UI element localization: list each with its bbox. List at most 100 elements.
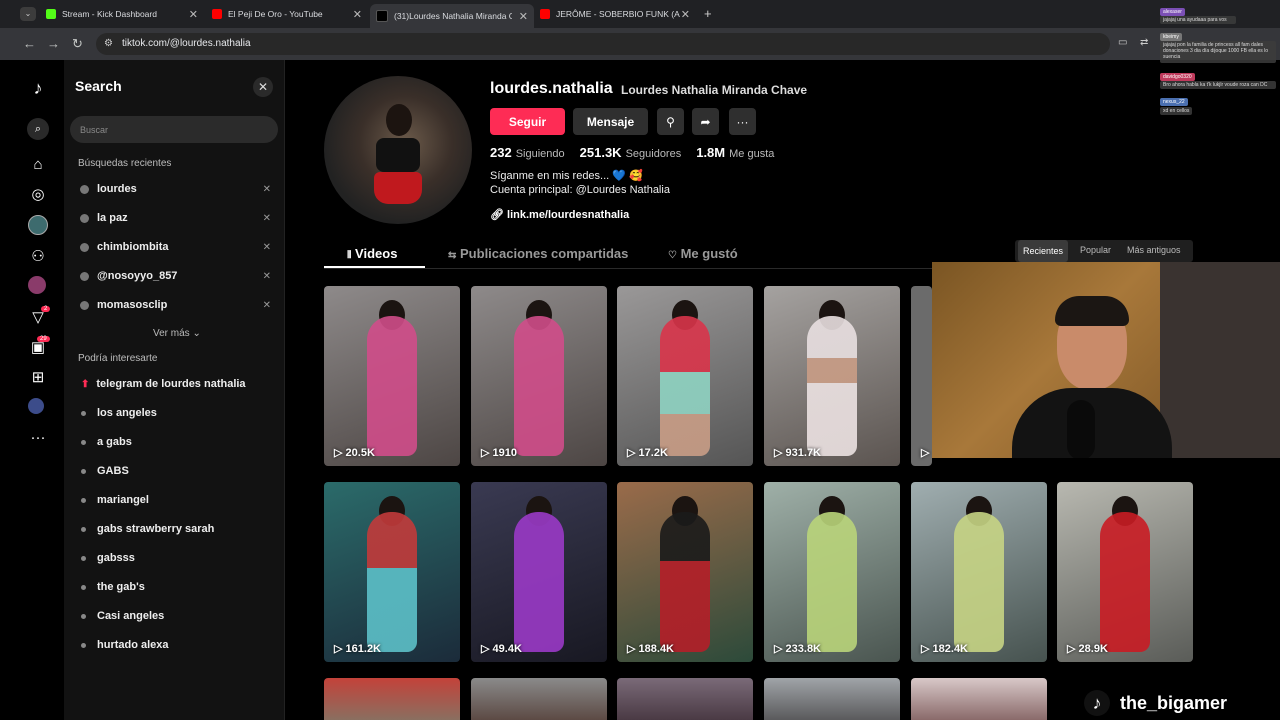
suggestion-item[interactable]: Casi angeles	[81, 608, 164, 624]
browser-tab[interactable]: El Peji De Oro - YouTube ✕	[212, 4, 362, 24]
remove-icon[interactable]: ✕	[263, 213, 271, 224]
tab-liked[interactable]: ♡ Me gustó	[668, 246, 738, 261]
suggestion-item[interactable]: GABS	[81, 463, 129, 479]
video-thumbnail[interactable]: ▷ 188.4K	[617, 482, 753, 662]
profile-avatar-icon[interactable]	[28, 398, 44, 414]
play-icon: ▷	[481, 643, 490, 655]
browser-tab[interactable]: Stream - Kick Dashboard ✕	[46, 4, 198, 24]
profile-link[interactable]: 🔗︎ link.me/lourdesnathalia	[490, 208, 629, 221]
following-count: 232	[490, 145, 512, 160]
sort-popular[interactable]: Popular	[1080, 245, 1111, 255]
repost-icon: ⇆	[448, 250, 457, 261]
video-thumbnail[interactable]: ▷ 1910	[471, 286, 607, 466]
bullet-icon	[81, 468, 86, 474]
friends-icon[interactable]: ⚇	[28, 246, 48, 266]
video-thumbnail[interactable]: ▷ 28.9K	[1057, 482, 1193, 662]
browser-tab-active[interactable]: (31)Lourdes Nathalia Miranda C ✕	[370, 4, 534, 28]
avatar-figure-top	[376, 138, 420, 172]
video-thumbnail[interactable]: ▷ 233.8K	[764, 482, 900, 662]
bullet-icon	[81, 439, 86, 445]
video-thumbnail[interactable]: ▷	[911, 286, 932, 466]
suggestion-item[interactable]: gabs strawberry sarah	[81, 521, 214, 537]
video-thumbnail[interactable]: ▷ 182.4K	[911, 482, 1047, 662]
suggestion-item[interactable]: mariangel	[81, 492, 149, 508]
remove-icon[interactable]: ✕	[263, 300, 271, 311]
recent-search-item[interactable]: lourdes ✕	[80, 181, 275, 197]
suggestion-item[interactable]: the gab's	[81, 579, 145, 595]
search-icon[interactable]: ⌕	[27, 118, 49, 140]
remove-icon[interactable]: ✕	[263, 242, 271, 253]
suggestion-item[interactable]: los angeles	[81, 405, 157, 421]
close-tab-icon[interactable]: ✕	[681, 8, 690, 21]
recent-search-item[interactable]: la paz ✕	[80, 210, 275, 226]
message-button[interactable]: Mensaje	[573, 108, 648, 135]
home-icon[interactable]: ⌂	[28, 154, 48, 174]
forward-icon[interactable]: →	[47, 36, 60, 51]
share-button[interactable]: ➦	[692, 108, 719, 135]
suggestion-label: a gabs	[97, 436, 132, 448]
suggestion-item[interactable]: a gabs	[81, 434, 132, 450]
remove-icon[interactable]: ✕	[263, 184, 271, 195]
upload-icon[interactable]: ⊞	[28, 367, 48, 387]
clock-icon	[80, 213, 89, 223]
video-thumbnail[interactable]	[471, 678, 607, 720]
explore-icon[interactable]: ◎	[28, 184, 48, 204]
search-input[interactable]	[70, 116, 278, 143]
close-search-button[interactable]: ✕	[253, 77, 273, 97]
video-thumbnail[interactable]	[911, 678, 1047, 720]
suggestion-item[interactable]: hurtado alexa	[81, 637, 169, 653]
cast-icon[interactable]: ▭	[1118, 37, 1127, 48]
video-thumbnail[interactable]: ▷ 49.4K	[471, 482, 607, 662]
sort-oldest[interactable]: Más antiguos	[1127, 245, 1181, 255]
video-thumbnail[interactable]	[764, 678, 900, 720]
video-thumbnail[interactable]: ▷ 931.7K	[764, 286, 900, 466]
video-thumbnail[interactable]	[617, 678, 753, 720]
more-options-button[interactable]: ···	[729, 108, 756, 135]
view-count: ▷	[921, 446, 929, 459]
close-tab-icon[interactable]: ✕	[519, 10, 528, 23]
follow-button[interactable]: Seguir	[490, 108, 565, 135]
see-more-button[interactable]: Ver más ⌄	[153, 328, 201, 339]
sort-latest[interactable]: Recientes	[1018, 240, 1069, 262]
view-count-value: 161.2K	[345, 643, 382, 655]
following-avatar-icon[interactable]	[28, 215, 48, 235]
search-field[interactable]	[70, 116, 278, 143]
back-icon[interactable]: ←	[23, 36, 36, 51]
chat-message: jajajaj pon la familia de princess all f…	[1160, 41, 1276, 63]
suggestion-item[interactable]: ⬆ telegram de lourdes nathalia	[81, 376, 246, 392]
view-count-value: 931.7K	[785, 447, 822, 459]
recent-search-item[interactable]: @nosoyyo_857 ✕	[80, 268, 275, 284]
profile-avatar[interactable]	[324, 76, 472, 224]
suggest-accounts-button[interactable]: ⚲	[657, 108, 684, 135]
video-thumbnail[interactable]: ▷ 17.2K	[617, 286, 753, 466]
view-count-value: 49.4K	[492, 643, 522, 655]
translate-icon[interactable]: ⇄	[1140, 37, 1148, 48]
video-thumbnail[interactable]: ▷ 161.2K	[324, 482, 460, 662]
play-icon: ▷	[627, 643, 636, 655]
following-label[interactable]: Siguiendo	[516, 148, 565, 160]
tiktok-logo-icon[interactable]: ♪	[28, 78, 48, 98]
new-tab-button[interactable]: +	[704, 6, 712, 21]
tab-reposts[interactable]: ⇆ Publicaciones compartidas	[448, 246, 628, 261]
followers-count: 251.3K	[579, 145, 622, 160]
remove-icon[interactable]: ✕	[263, 271, 271, 282]
recent-search-item[interactable]: chimbiombita ✕	[80, 239, 275, 255]
tab-videos[interactable]: ⦀ Videos	[347, 246, 397, 261]
suggestion-item[interactable]: gabsss	[81, 550, 135, 566]
recent-search-item[interactable]: momasosclip ✕	[80, 297, 275, 313]
tab-title: (31)Lourdes Nathalia Miranda C	[394, 11, 512, 21]
close-tab-icon[interactable]: ✕	[189, 8, 198, 21]
video-thumbnail[interactable]: ▷ 20.5K	[324, 286, 460, 466]
url-text[interactable]: tiktok.com/@lourdes.nathalia	[122, 38, 251, 49]
reload-icon[interactable]: ↻	[72, 36, 83, 52]
video-thumbnail[interactable]	[324, 678, 460, 720]
browser-tab[interactable]: JERÔME - SOBERBIO FUNK (Au ✕	[540, 4, 690, 24]
close-tab-icon[interactable]: ✕	[353, 8, 362, 21]
tab-list-button[interactable]: ⌄	[20, 7, 36, 21]
more-icon[interactable]: ···	[28, 427, 48, 447]
followers-label[interactable]: Seguidores	[626, 148, 682, 160]
live-avatar-icon[interactable]	[28, 276, 46, 294]
view-count-value: 182.4K	[932, 643, 969, 655]
site-info-icon[interactable]: ⚙	[104, 38, 113, 49]
bullet-icon	[81, 613, 86, 619]
